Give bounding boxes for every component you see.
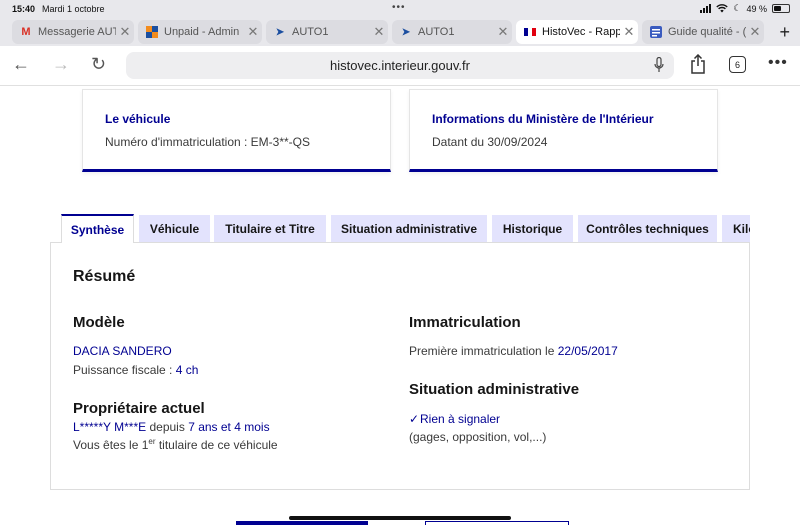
browser-tab-label: HistoVec - Rapp xyxy=(542,26,620,38)
browser-tab-label: Unpaid - Admin xyxy=(164,26,240,38)
close-tab-icon[interactable]: ✕ xyxy=(620,24,638,40)
auto1-icon: ➤ xyxy=(401,26,411,38)
fiscal-power-value: 4 ch xyxy=(175,363,199,377)
first-registration: Première immatriculation le 22/05/2017 xyxy=(409,344,618,358)
browser-tab-histovec[interactable]: HistoVec - Rapp ✕ xyxy=(516,20,638,44)
browser-tab-label: AUTO1 xyxy=(418,26,455,38)
close-tab-icon[interactable]: ✕ xyxy=(494,24,512,40)
home-indicator[interactable] xyxy=(289,516,511,520)
vehicle-card: Le véhicule Numéro d'immatriculation : E… xyxy=(82,89,391,172)
microphone-icon[interactable] xyxy=(654,57,664,73)
first-registration-label: Première immatriculation le xyxy=(409,344,558,358)
share-icon[interactable] xyxy=(690,54,706,74)
browser-tab-messagerie[interactable]: M Messagerie AUT ✕ xyxy=(12,20,134,44)
guide-icon xyxy=(650,26,662,38)
multitask-dots-icon[interactable]: ••• xyxy=(392,2,406,13)
model-heading: Modèle xyxy=(73,314,125,331)
admin-heading: Situation administrative xyxy=(409,381,580,398)
owner-rank-prefix: Vous êtes le 1 xyxy=(73,438,149,452)
back-icon[interactable]: ← xyxy=(12,54,30,75)
wifi-icon xyxy=(716,4,729,13)
status-bar: 15:40 Mardi 1 octobre ••• ☾ 49 % xyxy=(0,0,800,18)
browser-tab-auto1-b[interactable]: ➤ AUTO1 ✕ xyxy=(392,20,512,44)
owner-rank-sup: er xyxy=(148,437,156,446)
owner-name: L*****Y M***E xyxy=(73,420,147,434)
ministry-card: Informations du Ministère de l'Intérieur… xyxy=(409,89,718,172)
tab-synthese[interactable]: Synthèse xyxy=(61,214,134,243)
new-tab-icon[interactable]: + xyxy=(779,22,790,43)
owner-since-value: 7 ans et 4 mois xyxy=(188,420,270,434)
french-flag-icon xyxy=(524,26,536,38)
browser-tab-guide[interactable]: Guide qualité - ( ✕ xyxy=(642,20,764,44)
url-field[interactable]: histovec.interieur.gouv.fr xyxy=(126,52,674,79)
vehicle-card-title: Le véhicule xyxy=(105,112,171,126)
browser-tab-label: AUTO1 xyxy=(292,26,329,38)
battery-percent: 49 % xyxy=(746,3,767,14)
owner-rank-suffix: titulaire de ce véhicule xyxy=(155,438,278,452)
browser-tab-auto1-a[interactable]: ➤ AUTO1 ✕ xyxy=(266,20,388,44)
browser-tab-label: Guide qualité - ( xyxy=(668,26,746,38)
ministry-date: Datant du 30/09/2024 xyxy=(432,135,548,149)
cellular-signal-icon xyxy=(700,4,712,13)
owner-info: L*****Y M***E depuis 7 ans et 4 mois xyxy=(73,420,270,434)
auto1-icon: ➤ xyxy=(275,26,285,38)
status-date: Mardi 1 octobre xyxy=(42,4,105,14)
report-tabs: Synthèse Véhicule Titulaire et Titre Sit… xyxy=(61,214,750,243)
browser-tab-label: Messagerie AUT xyxy=(38,26,116,38)
moon-icon: ☾ xyxy=(733,3,742,13)
close-tab-icon[interactable]: ✕ xyxy=(746,24,764,40)
gmail-icon: M xyxy=(21,26,31,38)
tab-situation-administrative[interactable]: Situation administrative xyxy=(331,215,487,243)
close-tab-icon[interactable]: ✕ xyxy=(370,24,388,40)
tab-controles-techniques[interactable]: Contrôles techniques xyxy=(578,215,717,243)
registration-number: Numéro d'immatriculation : EM-3**-QS xyxy=(105,135,311,149)
browser-tab-unpaid[interactable]: Unpaid - Admin ✕ xyxy=(138,20,262,44)
admin-status-text: Rien à signaler xyxy=(420,412,501,426)
owner-rank: Vous êtes le 1er titulaire de ce véhicul… xyxy=(73,437,278,452)
address-bar: ← → ↻ histovec.interieur.gouv.fr 6 ••• xyxy=(0,46,800,86)
unpaid-icon xyxy=(146,26,158,38)
secondary-button-partial[interactable] xyxy=(425,521,569,525)
url-text: histovec.interieur.gouv.fr xyxy=(330,58,470,73)
forward-icon[interactable]: → xyxy=(52,54,70,75)
fiscal-power: Puissance fiscale : 4 ch xyxy=(73,363,198,377)
registration-heading: Immatriculation xyxy=(409,314,521,331)
admin-status: ✓Rien à signaler xyxy=(409,412,500,426)
close-tab-icon[interactable]: ✕ xyxy=(116,24,134,40)
admin-detail: (gages, opposition, vol,...) xyxy=(409,430,547,444)
model-name: DACIA SANDERO xyxy=(73,344,172,358)
close-tab-icon[interactable]: ✕ xyxy=(244,24,262,40)
owner-heading: Propriétaire actuel xyxy=(73,400,205,417)
action-button-partial[interactable] xyxy=(236,521,368,525)
battery-fill xyxy=(774,6,781,11)
status-time: 15:40 xyxy=(12,4,36,14)
battery-icon xyxy=(772,4,790,13)
reload-icon[interactable]: ↻ xyxy=(91,54,106,75)
browser-tab-bar: M Messagerie AUT ✕ Unpaid - Admin ✕ ➤ AU… xyxy=(0,18,800,46)
ministry-card-title: Informations du Ministère de l'Intérieur xyxy=(432,112,654,126)
tab-titulaire[interactable]: Titulaire et Titre xyxy=(214,215,326,243)
first-registration-date: 22/05/2017 xyxy=(557,344,618,358)
status-indicators: ☾ 49 % xyxy=(700,3,790,14)
tab-historique[interactable]: Historique xyxy=(492,215,573,243)
fiscal-power-label: Puissance fiscale : xyxy=(73,363,176,377)
tab-vehicule[interactable]: Véhicule xyxy=(139,215,210,243)
summary-panel: Résumé Modèle DACIA SANDERO Puissance fi… xyxy=(50,242,750,490)
summary-title: Résumé xyxy=(73,268,136,285)
more-options-icon[interactable]: ••• xyxy=(768,54,788,72)
tab-kilometrage[interactable]: Kilo xyxy=(722,215,750,243)
check-icon: ✓ xyxy=(409,412,420,426)
owner-since-label: depuis xyxy=(146,420,189,434)
tab-count-button[interactable]: 6 xyxy=(729,56,746,73)
